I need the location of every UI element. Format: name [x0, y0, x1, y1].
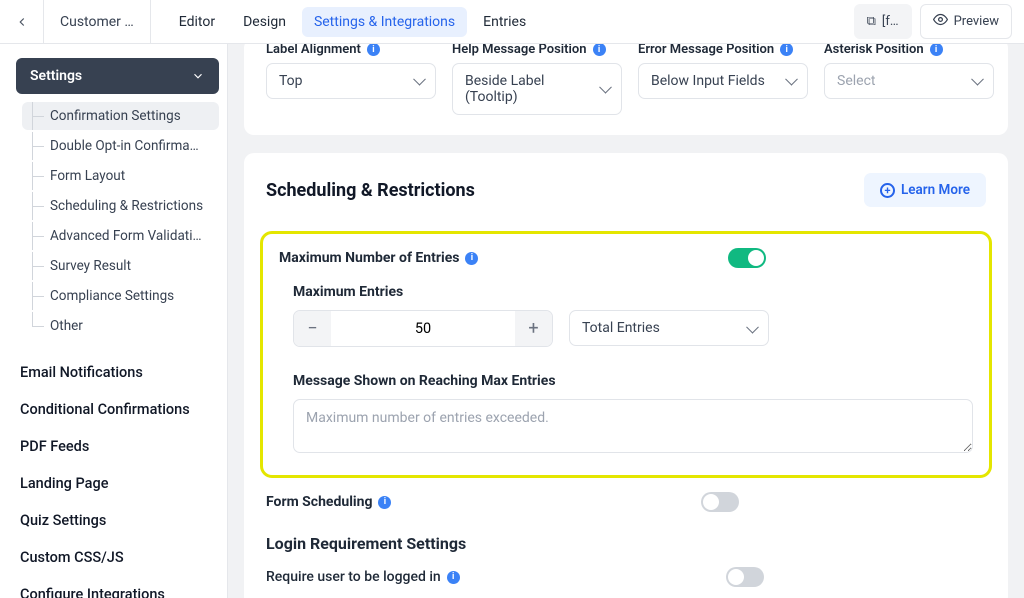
- max-entries-highlight: Maximum Number of Entries i Maximum Entr…: [260, 231, 992, 478]
- sidebar-item-double-optin[interactable]: Double Opt-in Confirma…: [22, 132, 219, 160]
- form-layout-card: Label Alignmenti Top Help Message Positi…: [244, 44, 1008, 135]
- sidebar-settings-label: Settings: [30, 68, 82, 84]
- error-message-position-label: Error Message Positioni: [638, 44, 808, 57]
- sidebar-item-confirmation-settings[interactable]: Confirmation Settings: [22, 102, 219, 130]
- sidebar-item-scheduling-restrictions[interactable]: Scheduling & Restrictions: [22, 192, 219, 220]
- chevron-left-icon: [15, 15, 29, 29]
- chevron-down-icon: [191, 69, 205, 83]
- tab-settings-integrations[interactable]: Settings & Integrations: [302, 7, 467, 37]
- page-title: Customer …: [44, 0, 151, 44]
- sidebar-item-form-layout[interactable]: Form Layout: [22, 162, 219, 190]
- require-login-label: Require user to be logged in i: [266, 569, 460, 585]
- bracket-icon: ⧉: [867, 14, 876, 29]
- asterisk-position-label: Asterisk Positioni: [824, 44, 994, 57]
- info-icon[interactable]: i: [930, 44, 943, 56]
- info-icon[interactable]: i: [367, 44, 380, 56]
- maximum-entries-sublabel: Maximum Entries: [293, 284, 973, 300]
- shortcode-button[interactable]: ⧉ [f…: [854, 4, 912, 39]
- sidebar-settings-header[interactable]: Settings: [16, 58, 219, 94]
- sidebar-link-landing-page[interactable]: Landing Page: [16, 465, 219, 502]
- form-scheduling-label: Form Scheduling i: [266, 494, 391, 510]
- sidebar-item-other[interactable]: Other: [22, 312, 219, 340]
- info-icon[interactable]: i: [593, 44, 606, 56]
- sidebar-item-advanced-validation[interactable]: Advanced Form Validati…: [22, 222, 219, 250]
- tab-editor[interactable]: Editor: [167, 7, 227, 37]
- preview-button[interactable]: Preview: [920, 4, 1012, 39]
- sidebar-item-compliance-settings[interactable]: Compliance Settings: [22, 282, 219, 310]
- max-entries-toggle[interactable]: [728, 248, 766, 268]
- scheduling-restrictions-card: Scheduling & Restrictions + Learn More M…: [244, 153, 1008, 598]
- learn-more-button[interactable]: + Learn More: [864, 173, 986, 207]
- login-requirement-title: Login Requirement Settings: [266, 534, 986, 553]
- require-login-toggle[interactable]: [726, 567, 764, 587]
- info-icon[interactable]: i: [465, 252, 478, 265]
- tab-design[interactable]: Design: [231, 7, 298, 37]
- form-scheduling-toggle[interactable]: [701, 492, 739, 512]
- max-entries-input[interactable]: [331, 311, 515, 346]
- back-button[interactable]: [0, 0, 44, 44]
- error-message-position-select[interactable]: Below Input Fields: [638, 63, 808, 99]
- eye-icon: [933, 12, 948, 31]
- info-icon[interactable]: i: [780, 44, 793, 56]
- max-entries-label: Maximum Number of Entries i: [279, 250, 478, 266]
- scheduling-restrictions-title: Scheduling & Restrictions: [266, 180, 475, 201]
- stepper-increment[interactable]: +: [515, 311, 552, 346]
- help-message-position-select[interactable]: Beside Label (Tooltip): [452, 63, 622, 115]
- info-icon[interactable]: i: [447, 571, 460, 584]
- sidebar-link-pdf-feeds[interactable]: PDF Feeds: [16, 428, 219, 465]
- tab-entries[interactable]: Entries: [471, 7, 538, 37]
- top-nav: Editor Design Settings & Integrations En…: [151, 7, 538, 37]
- sidebar-link-conditional-confirmations[interactable]: Conditional Confirmations: [16, 391, 219, 428]
- info-icon[interactable]: i: [378, 496, 391, 509]
- sidebar-item-survey-result[interactable]: Survey Result: [22, 252, 219, 280]
- shortcode-label: [f…: [882, 14, 899, 29]
- help-message-position-label: Help Message Positioni: [452, 44, 622, 57]
- plus-circle-icon: +: [880, 183, 895, 198]
- asterisk-position-select[interactable]: Select: [824, 63, 994, 99]
- max-entries-stepper: − +: [293, 310, 553, 347]
- preview-label: Preview: [954, 14, 999, 29]
- max-entries-message-label: Message Shown on Reaching Max Entries: [293, 373, 973, 389]
- sidebar-link-quiz-settings[interactable]: Quiz Settings: [16, 502, 219, 539]
- label-alignment-label: Label Alignmenti: [266, 44, 436, 57]
- label-alignment-select[interactable]: Top: [266, 63, 436, 99]
- sidebar-link-custom-css-js[interactable]: Custom CSS/JS: [16, 539, 219, 576]
- learn-more-label: Learn More: [901, 182, 970, 198]
- stepper-decrement[interactable]: −: [294, 311, 331, 346]
- sidebar-link-email-notifications[interactable]: Email Notifications: [16, 354, 219, 391]
- max-entries-message-textarea[interactable]: [293, 399, 973, 453]
- entries-scope-select[interactable]: Total Entries: [569, 310, 769, 346]
- sidebar-link-configure-integrations[interactable]: Configure Integrations: [16, 576, 219, 598]
